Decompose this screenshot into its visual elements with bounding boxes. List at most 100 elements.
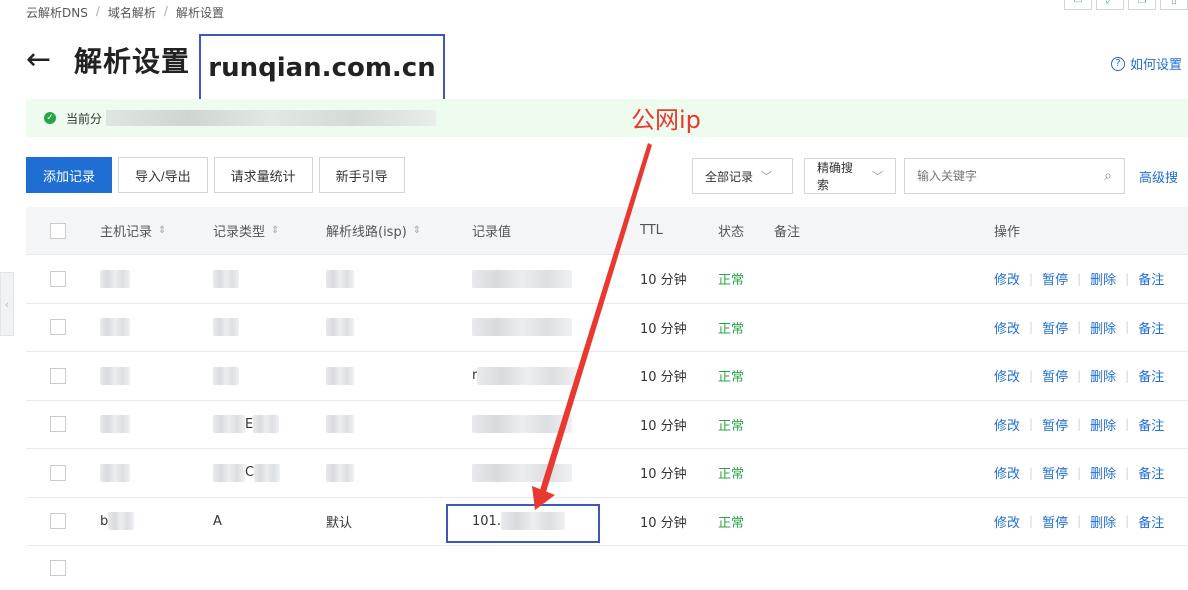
- cell-status: 正常: [718, 418, 745, 434]
- domain-name: runqian.com.cn: [208, 52, 436, 83]
- record-scope-value: 全部记录: [705, 169, 754, 184]
- cell-host: [100, 352, 130, 400]
- cell-value: r: [472, 352, 578, 400]
- cell-ttl: 10 分钟: [640, 467, 687, 483]
- row-checkbox[interactable]: [50, 513, 66, 530]
- table-row: C 10 分钟 正常 修改 | 暂停 | 删除 | 备注: [26, 449, 1188, 498]
- pause-link[interactable]: 暂停: [1042, 415, 1068, 434]
- domain-highlight-box: runqian.com.cn: [199, 34, 445, 101]
- status-banner: ✓ 当前分: [26, 99, 1188, 137]
- delete-link[interactable]: 删除: [1090, 463, 1116, 482]
- breadcrumb-separator: /: [163, 4, 168, 18]
- delete-link[interactable]: 删除: [1090, 512, 1116, 531]
- redacted-value: [326, 318, 354, 337]
- row-checkbox[interactable]: [50, 319, 66, 336]
- edit-link[interactable]: 修改: [994, 318, 1020, 337]
- header-type[interactable]: 记录类型 ⇕: [213, 207, 279, 254]
- row-checkbox[interactable]: [50, 367, 66, 384]
- pause-link[interactable]: 暂停: [1042, 463, 1068, 482]
- dns-record-table: 主机记录 ⇕ 记录类型 ⇕ 解析线路(isp) ⇕ 记录值 TTL 状态 备注 操作 …: [26, 207, 1188, 576]
- edit-link[interactable]: 修改: [994, 463, 1020, 482]
- remark-link[interactable]: 备注: [1138, 463, 1164, 482]
- redacted-value: [100, 366, 130, 385]
- delete-link[interactable]: 删除: [1090, 366, 1116, 385]
- sort-icon[interactable]: ⇕: [158, 225, 166, 236]
- row-checkbox[interactable]: [50, 464, 66, 481]
- redacted-value: [213, 415, 245, 434]
- edit-link[interactable]: 修改: [994, 415, 1020, 434]
- collapse-sidebar-handle[interactable]: ‹: [0, 272, 14, 336]
- pause-link[interactable]: 暂停: [1042, 512, 1068, 531]
- header-line[interactable]: 解析线路(isp) ⇕: [326, 207, 421, 254]
- remark-link[interactable]: 备注: [1138, 512, 1164, 531]
- sort-icon[interactable]: ⇕: [413, 225, 421, 236]
- cell-ttl: 10 分钟: [640, 273, 687, 289]
- delete-link[interactable]: 删除: [1090, 269, 1116, 288]
- remark-link[interactable]: 备注: [1138, 415, 1164, 434]
- screenshot-icon[interactable]: ▭: [1064, 0, 1092, 10]
- select-all-checkbox-cell: [50, 207, 66, 254]
- more-icon[interactable]: ▯: [1160, 0, 1188, 10]
- remark-link[interactable]: 备注: [1138, 366, 1164, 385]
- edit-link[interactable]: 修改: [994, 512, 1020, 531]
- table-row: 10 分钟 正常 修改 | 暂停 | 删除 | 备注: [26, 255, 1188, 304]
- redacted-value: [100, 415, 130, 434]
- cell-status: 正常: [718, 467, 745, 483]
- cell-host: b: [100, 498, 135, 546]
- redacted-value: [254, 463, 281, 482]
- title-row: ← 解析设置: [26, 40, 190, 80]
- advanced-search-link[interactable]: 高级搜: [1139, 167, 1178, 186]
- copy-icon[interactable]: ❐: [1128, 0, 1156, 10]
- sort-icon[interactable]: ⇕: [271, 225, 279, 236]
- add-record-button[interactable]: 添加记录: [26, 157, 113, 193]
- search-icon[interactable]: ⌕: [1104, 168, 1112, 184]
- beginner-guide-button[interactable]: 新手引导: [318, 157, 405, 193]
- help-link[interactable]: ? 如何设置: [1110, 54, 1182, 73]
- delete-link[interactable]: 删除: [1090, 318, 1116, 337]
- search-input[interactable]: [917, 169, 1077, 183]
- search-mode-select[interactable]: 精确搜索 ﹀: [804, 158, 896, 194]
- table-row-partial: [26, 546, 1188, 576]
- redacted-value: [100, 318, 130, 337]
- header-remark: 备注: [774, 225, 801, 240]
- cell-actions: 修改 | 暂停 | 删除 | 备注: [994, 498, 1164, 546]
- select-all-checkbox[interactable]: [50, 222, 66, 239]
- breadcrumb: 云解析DNS / 域名解析 / 解析设置: [26, 4, 224, 21]
- import-export-button[interactable]: 导入/导出: [118, 157, 208, 193]
- search-mode-value: 精确搜索: [817, 161, 854, 192]
- edit-link[interactable]: 修改: [994, 269, 1020, 288]
- ip-highlight-box: [446, 504, 600, 543]
- redacted-value: [326, 366, 354, 385]
- back-arrow-icon[interactable]: ←: [26, 40, 66, 80]
- cell-host: [100, 255, 130, 303]
- expand-icon[interactable]: ⤢: [1096, 0, 1124, 10]
- redacted-value: [100, 269, 130, 288]
- cell-host: [100, 401, 130, 449]
- pause-link[interactable]: 暂停: [1042, 366, 1068, 385]
- row-checkbox[interactable]: [50, 560, 66, 576]
- cell-type: [213, 255, 239, 303]
- edit-link[interactable]: 修改: [994, 366, 1020, 385]
- cell-status: 正常: [718, 273, 745, 289]
- header-host[interactable]: 主机记录 ⇕: [100, 207, 166, 254]
- breadcrumb-item-domain[interactable]: 域名解析: [108, 4, 156, 21]
- delete-link[interactable]: 删除: [1090, 415, 1116, 434]
- cell-actions: 修改 | 暂停 | 删除 | 备注: [994, 401, 1164, 449]
- breadcrumb-item-dns[interactable]: 云解析DNS: [26, 4, 88, 21]
- remark-link[interactable]: 备注: [1138, 269, 1164, 288]
- table-row: 10 分钟 正常 修改 | 暂停 | 删除 | 备注: [26, 303, 1188, 352]
- remark-link[interactable]: 备注: [1138, 318, 1164, 337]
- redacted-value: [213, 463, 245, 482]
- table-header: 主机记录 ⇕ 记录类型 ⇕ 解析线路(isp) ⇕ 记录值 TTL 状态 备注 操作: [26, 207, 1188, 255]
- status-banner-text: 当前分: [66, 111, 103, 126]
- pause-link[interactable]: 暂停: [1042, 318, 1068, 337]
- redacted-value: [326, 415, 354, 434]
- record-scope-select[interactable]: 全部记录 ﹀: [692, 158, 793, 194]
- row-checkbox[interactable]: [50, 416, 66, 433]
- row-checkbox[interactable]: [50, 270, 66, 287]
- request-stats-button[interactable]: 请求量统计: [213, 157, 313, 193]
- pause-link[interactable]: 暂停: [1042, 269, 1068, 288]
- redacted-value: [472, 318, 572, 337]
- redacted-value: [477, 366, 578, 385]
- cell-line: [326, 304, 354, 352]
